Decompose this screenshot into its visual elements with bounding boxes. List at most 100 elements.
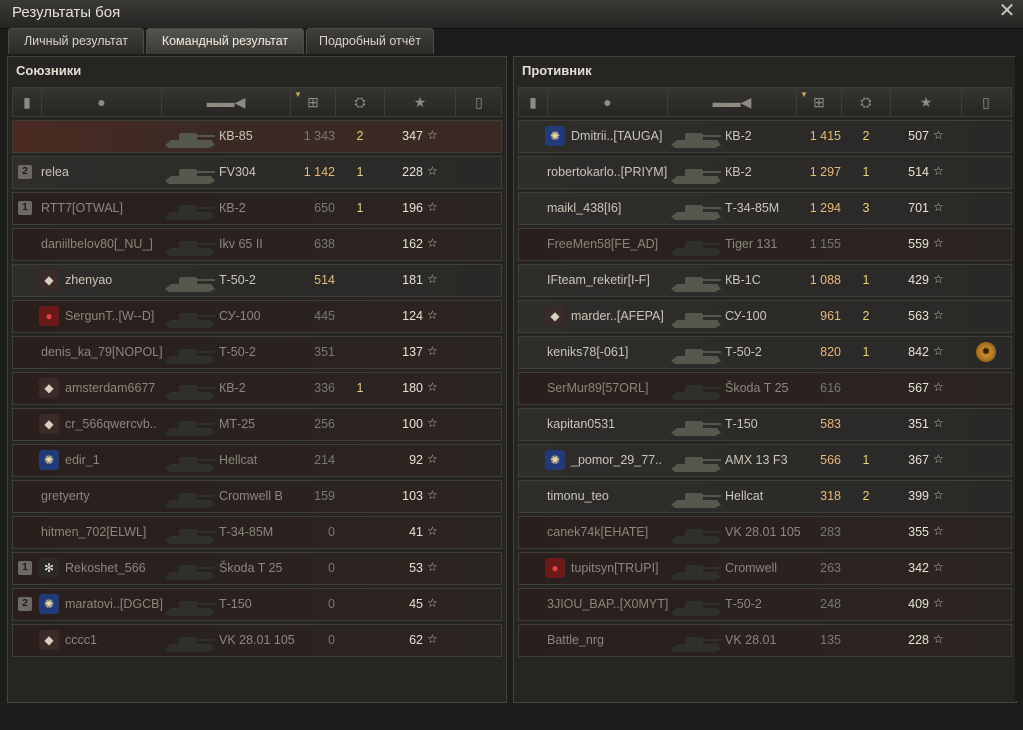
tab-detailed-report[interactable]: Подробный отчёт xyxy=(306,28,434,54)
player-row[interactable]: 1 RTT7[OTWAL] КВ-2 650 1 196 ☆ xyxy=(12,192,502,225)
damage-value: 1 088 xyxy=(809,273,841,287)
player-row[interactable]: ✺ Dmitrii..[TAUGA] КВ-2 1 415 2 507 ☆ xyxy=(518,120,1012,153)
player-row[interactable]: Battle_nrg VK 28.01 135 228 ☆ xyxy=(518,624,1012,657)
tank-image-icon xyxy=(671,565,721,580)
xp-value: 62 xyxy=(409,633,423,647)
player-row[interactable]: SerMur89[57ORL] Škoda T 25 616 567 ☆ xyxy=(518,372,1012,405)
player-row[interactable]: ◆ cccc1 VK 28.01 105 0 62 ☆ xyxy=(12,624,502,657)
player-row[interactable]: 3JIOU_BAP..[X0MYT] Т-50-2 248 409 ☆ xyxy=(518,588,1012,621)
player-row[interactable]: КВ-85 1 343 2 347 ☆ xyxy=(12,120,502,153)
damage-value: 1 155 xyxy=(809,237,841,251)
xp-value: 41 xyxy=(409,525,423,539)
tank-image-icon xyxy=(671,241,721,256)
player-row[interactable]: gretyerty Cromwell B 159 103 ☆ xyxy=(12,480,502,513)
damage-value: 638 xyxy=(314,237,335,251)
tank-name: Škoda T 25 xyxy=(725,381,789,395)
xp-star-icon: ☆ xyxy=(427,200,438,214)
player-icon[interactable]: ● xyxy=(548,88,668,116)
xp-value: 367 xyxy=(908,453,929,467)
medal-icon[interactable]: ✹ xyxy=(976,342,996,362)
player-row[interactable]: 1 ✻ Rekoshet_566 Škoda T 25 0 53 ☆ xyxy=(12,552,502,585)
damage-value: 159 xyxy=(314,489,335,503)
xp-value: 103 xyxy=(402,489,423,503)
player-row[interactable]: denis_ka_79[NOPOL] Т-50-2 351 137 ☆ xyxy=(12,336,502,369)
close-icon[interactable]: ✕ xyxy=(997,0,1017,22)
player-name: Battle_nrg xyxy=(547,633,604,647)
tank-icon[interactable]: ▬▬◀ xyxy=(162,88,291,116)
xp-value: 181 xyxy=(402,273,423,287)
tab-team-result[interactable]: Командный результат xyxy=(146,28,304,54)
player-row[interactable]: kapitan0531 Т-150 583 351 ☆ xyxy=(518,408,1012,441)
player-row[interactable]: ◆ cr_566qwercvb.. МТ-25 256 100 ☆ xyxy=(12,408,502,441)
sort-arrow-icon: ▼ xyxy=(800,90,808,99)
xp-star-icon: ☆ xyxy=(427,632,438,646)
allies-panel: Союзники ▮ ● ▬▬◀ ▼ ⊞ ⛭ ★ ▯ КВ-85 1 343 2 347… xyxy=(7,56,507,703)
clan-diamond-icon: ◆ xyxy=(39,378,59,398)
damage-icon[interactable]: ▼ ⊞ xyxy=(291,88,336,116)
player-name: tupitsyn[TRUPI] xyxy=(571,561,659,575)
kills-icon[interactable]: ⛭ xyxy=(842,88,891,116)
player-row[interactable]: robertokarlo..[PRIYM] КВ-2 1 297 1 514 ☆ xyxy=(518,156,1012,189)
damage-value: 1 297 xyxy=(809,165,841,179)
kills-value: 1 xyxy=(862,165,870,179)
enemies-table-header: ▮ ● ▬▬◀ ▼ ⊞ ⛭ ★ ▯ xyxy=(518,87,1012,117)
tank-icon[interactable]: ▬▬◀ xyxy=(668,88,797,116)
scrollbar[interactable] xyxy=(1015,56,1023,701)
player-row[interactable]: timonu_teo Hellcat 318 2 399 ☆ xyxy=(518,480,1012,513)
kills-value: 2 xyxy=(862,489,870,503)
player-name: gretyerty xyxy=(41,489,90,503)
player-icon[interactable]: ● xyxy=(42,88,162,116)
damage-value: 263 xyxy=(820,561,841,575)
enemies-panel: Противник ▮ ● ▬▬◀ ▼ ⊞ ⛭ ★ ▯ ✺ Dmitrii..[TA… xyxy=(513,56,1017,703)
xp-star-icon[interactable]: ★ xyxy=(891,88,962,116)
xp-star-icon: ☆ xyxy=(427,164,438,178)
tank-image-icon xyxy=(165,169,215,184)
xp-star-icon[interactable]: ★ xyxy=(385,88,456,116)
player-row[interactable]: ◆ zhenyao Т-50-2 514 181 ☆ xyxy=(12,264,502,297)
player-row[interactable]: keniks78[-061] Т-50-2 820 1 842 ☆ ✹ xyxy=(518,336,1012,369)
player-row[interactable]: daniilbelov80[_NU_] Ikv 65 II 638 162 ☆ xyxy=(12,228,502,261)
damage-value: 1 294 xyxy=(809,201,841,215)
clan-flag-star-icon: ✺ xyxy=(39,450,59,470)
player-name: amsterdam6677 xyxy=(65,381,156,395)
tab-personal-result[interactable]: Личный результат xyxy=(8,28,144,54)
medal-icon[interactable]: ▯ xyxy=(456,88,502,116)
damage-value: 616 xyxy=(820,381,841,395)
tank-image-icon xyxy=(671,313,721,328)
player-row[interactable]: ✺ edir_1 Hellcat 214 92 ☆ xyxy=(12,444,502,477)
kills-value: 1 xyxy=(862,273,870,287)
player-row[interactable]: IFteam_reketir[I-F] КВ-1С 1 088 1 429 ☆ xyxy=(518,264,1012,297)
player-row[interactable]: ✺ _pomor_29_77.. AMX 13 F3 566 1 367 ☆ xyxy=(518,444,1012,477)
player-row[interactable]: 2 ✺ maratovi..[DGCB] Т-150 0 45 ☆ xyxy=(12,588,502,621)
damage-value: 820 xyxy=(820,345,841,359)
xp-value: 559 xyxy=(908,237,929,251)
player-name: IFteam_reketir[I-F] xyxy=(547,273,650,287)
xp-star-icon: ☆ xyxy=(427,344,438,358)
rank-icon[interactable]: ▮ xyxy=(13,88,42,116)
tank-image-icon xyxy=(165,565,215,580)
player-row[interactable]: 2 relea FV304 1 142 1 228 ☆ xyxy=(12,156,502,189)
player-row[interactable]: FreeMen58[FE_AD] Tiger 131 1 155 559 ☆ xyxy=(518,228,1012,261)
damage-icon[interactable]: ▼ ⊞ xyxy=(797,88,842,116)
kills-value: 1 xyxy=(356,381,364,395)
player-row[interactable]: ● SergunT..[W--D] СУ-100 445 124 ☆ xyxy=(12,300,502,333)
clan-flag-star-icon: ✺ xyxy=(39,594,59,614)
tank-image-icon xyxy=(671,529,721,544)
clan-flag-star-icon: ✺ xyxy=(545,450,565,470)
xp-value: 228 xyxy=(402,165,423,179)
player-name: kapitan0531 xyxy=(547,417,616,431)
player-row[interactable]: maikl_438[I6] Т-34-85М 1 294 3 701 ☆ xyxy=(518,192,1012,225)
rank-icon[interactable]: ▮ xyxy=(519,88,548,116)
player-row[interactable]: ◆ marder..[AFEPA] СУ-100 961 2 563 ☆ xyxy=(518,300,1012,333)
medal-icon[interactable]: ▯ xyxy=(962,88,1010,116)
xp-value: 45 xyxy=(409,597,423,611)
tank-image-icon xyxy=(165,133,215,148)
player-row[interactable]: canek74k[EHATE] VK 28.01 105 283 355 ☆ xyxy=(518,516,1012,549)
player-row[interactable]: ● tupitsyn[TRUPI] Cromwell 263 342 ☆ xyxy=(518,552,1012,585)
player-row[interactable]: hitmen_702[ELWL] Т-34-85М 0 41 ☆ xyxy=(12,516,502,549)
kills-icon[interactable]: ⛭ xyxy=(336,88,385,116)
player-name: timonu_teo xyxy=(547,489,609,503)
tank-name: Т-34-85М xyxy=(725,201,780,215)
xp-star-icon: ☆ xyxy=(933,272,944,286)
player-row[interactable]: ◆ amsterdam6677 КВ-2 336 1 180 ☆ xyxy=(12,372,502,405)
